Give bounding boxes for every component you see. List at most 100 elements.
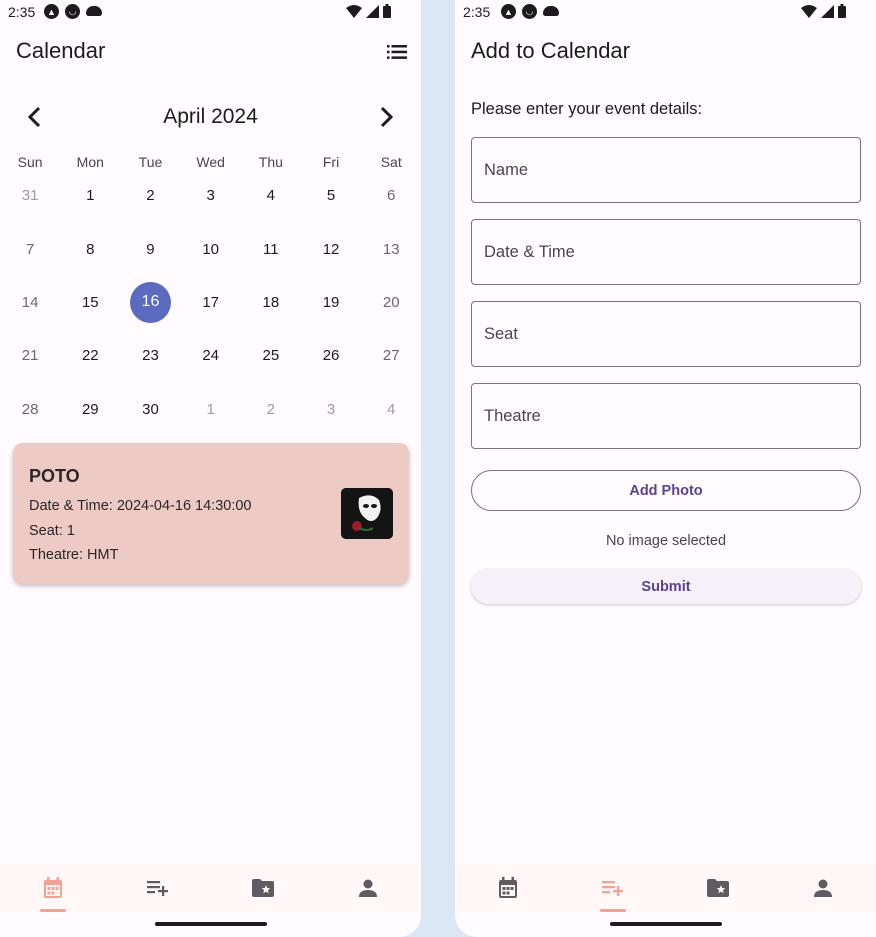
day-number: 28 [21,400,39,418]
calendar-day[interactable]: 23 [120,329,180,382]
calendar-day[interactable]: 11 [241,222,301,275]
day-number: 2 [146,187,155,205]
day-number: 26 [322,347,340,365]
nav-saved[interactable] [666,864,771,912]
day-number: 15 [81,293,99,311]
day-number: 5 [326,187,336,205]
submit-button[interactable]: Submit [471,569,861,604]
active-indicator [39,909,66,912]
phantom-mask-image [341,488,393,539]
calendar-day[interactable]: 13 [361,222,421,275]
day-number: 17 [202,293,219,311]
calendar-icon [498,877,517,898]
day-number: 25 [262,347,280,365]
page-title: Calendar [16,38,106,63]
calendar-day[interactable]: 18 [241,276,301,329]
calendar-day[interactable]: 5 [301,169,361,222]
status-bar: 2:35 ▲ ◡ [455,0,876,24]
calendar-day[interactable]: 2 [241,383,301,436]
calendar-day[interactable]: 1 [60,169,120,222]
calendar-day[interactable]: 22 [60,329,120,382]
calendar-day[interactable]: 26 [301,329,361,382]
chevron-right-icon[interactable] [373,104,399,130]
nav-add-event[interactable] [105,864,210,912]
app-notification-icon: ▲ [501,4,516,19]
notification-icons: ▲ ◡ [501,4,559,19]
datetime-field[interactable] [471,219,861,285]
playlist-add-icon [601,881,623,896]
calendar-day[interactable]: 4 [361,383,421,436]
calendar-day[interactable]: 6 [361,169,421,222]
calendar-day[interactable]: 31 [0,169,60,222]
nav-profile[interactable] [771,864,876,912]
weekday-label: Fri [322,154,340,170]
day-number: 2 [266,400,276,418]
calendar-day[interactable]: 29 [60,383,120,436]
signal-icon [821,4,834,18]
day-number: 24 [202,347,219,365]
day-number: 9 [146,240,155,258]
event-card[interactable]: POTO Date & Time: 2024-04-16 14:30:00 Se… [13,443,409,584]
nav-calendar[interactable] [455,864,560,912]
calendar-day[interactable]: 14 [0,276,60,329]
gesture-bar [155,922,267,926]
day-number: 4 [387,400,396,418]
battery-icon [838,4,846,18]
nav-calendar[interactable] [0,864,105,912]
calendar-day[interactable]: 25 [241,329,301,382]
calendar-day[interactable]: 21 [0,329,60,382]
calendar-day[interactable]: 27 [361,329,421,382]
calendar-day[interactable]: 15 [60,276,120,329]
calendar-icon [43,877,62,898]
event-seat: Seat: 1 [29,523,75,539]
folder-star-icon [707,879,730,897]
calendar-day-selected[interactable]: 16 [120,276,180,329]
day-number: 13 [382,240,400,258]
day-number: 27 [382,347,400,365]
calendar-day[interactable]: 12 [301,222,361,275]
calendar-day[interactable]: 28 [0,383,60,436]
page-title: Add to Calendar [471,38,630,63]
list-view-icon[interactable] [387,44,407,60]
nav-add-event[interactable] [560,864,665,912]
calendar-day[interactable]: 3 [301,383,361,436]
day-number: 11 [263,240,279,258]
weekday-label: Sun [17,154,43,170]
battery-icon [383,4,391,18]
form-prompt: Please enter your event details: [471,100,703,118]
day-number: 6 [387,187,396,205]
nav-saved[interactable] [211,864,316,912]
face-notification-icon: ◡ [65,4,80,19]
calendar-day[interactable]: 20 [361,276,421,329]
bottom-navigation [0,864,421,912]
calendar-day[interactable]: 2 [120,169,180,222]
theatre-field[interactable] [471,383,861,449]
calendar-day[interactable]: 10 [181,222,241,275]
calendar-day[interactable]: 1 [181,383,241,436]
day-number: 14 [21,293,39,311]
calendar-day[interactable]: 30 [120,383,180,436]
day-number: 16 [129,281,171,323]
calendar-day[interactable]: 9 [120,222,180,275]
day-number: 19 [322,293,340,311]
day-number: 4 [266,187,276,205]
nav-profile[interactable] [316,864,421,912]
calendar-day[interactable]: 19 [301,276,361,329]
day-number: 7 [25,240,35,258]
face-notification-icon: ◡ [522,4,537,19]
calendar-day[interactable]: 4 [241,169,301,222]
playlist-add-icon [146,881,168,896]
add-photo-button[interactable]: Add Photo [471,470,861,511]
calendar-day[interactable]: 8 [60,222,120,275]
calendar-day[interactable]: 17 [181,276,241,329]
name-field[interactable] [471,137,861,203]
seat-field[interactable] [471,301,861,367]
weekday-label: Tue [138,154,163,170]
calendar-day[interactable]: 3 [181,169,241,222]
weekday-label: Thu [258,154,283,170]
calendar-day[interactable]: 7 [0,222,60,275]
add-event-screen: 2:35 ▲ ◡ Add to Calendar Please enter yo… [455,0,876,937]
weekday-label: Mon [76,154,104,170]
event-theatre: Theatre: HMT [29,547,119,563]
calendar-day[interactable]: 24 [181,329,241,382]
